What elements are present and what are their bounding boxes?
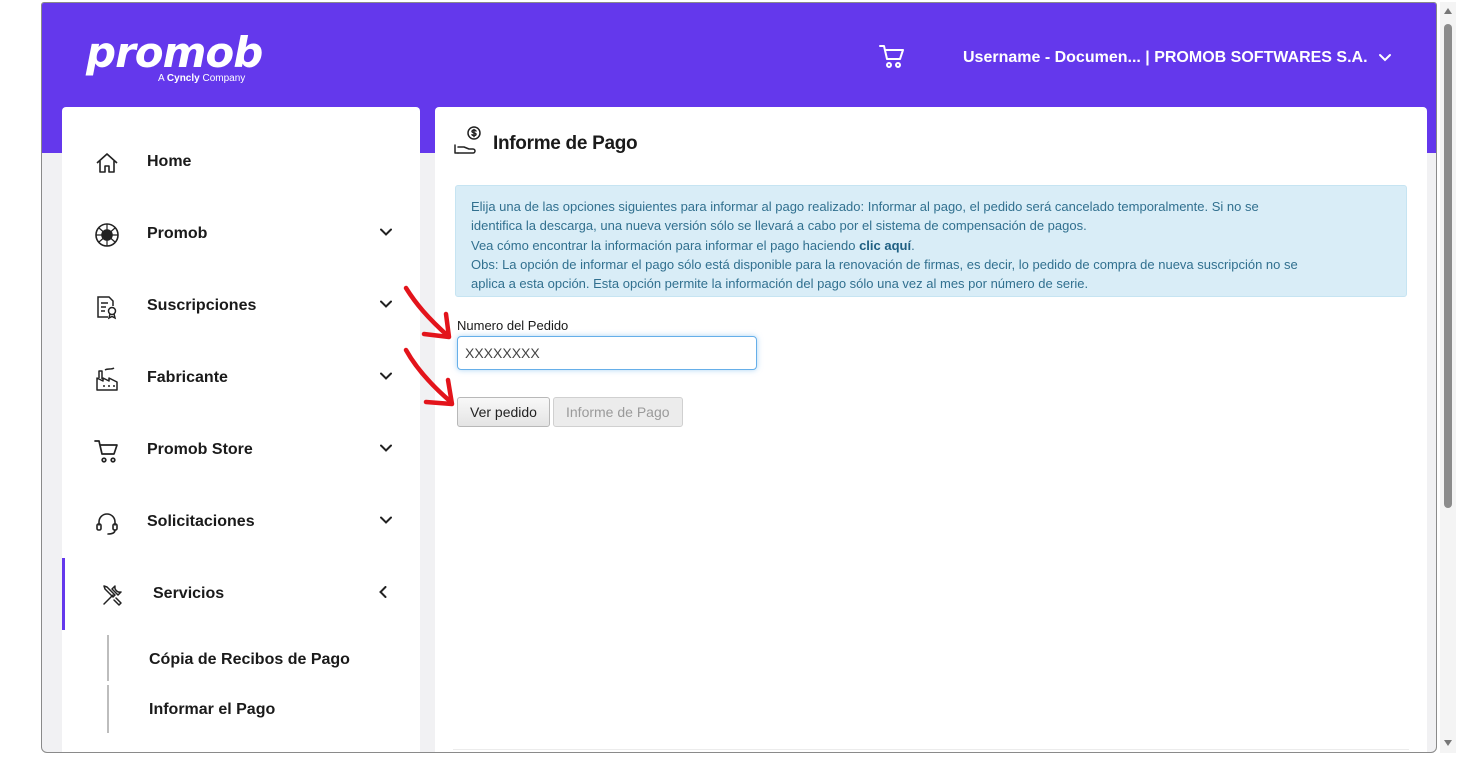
content-divider	[453, 749, 1409, 750]
info-text: Elija una de las opciones siguientes par…	[471, 199, 1259, 214]
chevron-down-icon	[380, 516, 392, 524]
scroll-down-arrow-icon[interactable]	[1444, 740, 1452, 746]
logo-tagline: A Cyncly Company	[158, 73, 246, 84]
scroll-up-arrow-icon[interactable]	[1444, 8, 1452, 14]
info-alert: Elija una de las opciones siguientes par…	[455, 185, 1407, 297]
vertical-scrollbar[interactable]	[1440, 2, 1456, 753]
scroll-thumb[interactable]	[1444, 24, 1452, 508]
user-menu-label: Username - Documen... | PROMOB SOFTWARES…	[963, 49, 1368, 66]
factory-icon	[96, 367, 118, 391]
tools-icon	[103, 585, 122, 606]
sidebar-item-servicios[interactable]: Servicios	[62, 558, 420, 630]
page-title: Informe de Pago	[493, 133, 638, 154]
cart-icon	[94, 440, 118, 463]
payment-report-button[interactable]: Informe de Pago	[553, 397, 683, 427]
submenu-item-copia-recibos[interactable]: Cópia de Recibos de Pago	[149, 651, 350, 669]
info-text: Vea cómo encontrar la información para i…	[471, 237, 915, 253]
sidebar-item-promob[interactable]: Promob	[62, 198, 420, 270]
payment-hand-icon	[454, 126, 481, 154]
promob-icon	[95, 223, 119, 247]
sidebar-item-label: Suscripciones	[147, 297, 257, 314]
submenu-divider	[107, 685, 109, 733]
sidebar-item-label: Home	[147, 153, 192, 170]
sidebar: Home Promob Suscripciones Fabricante Pro…	[62, 107, 420, 752]
sidebar-item-fabricante[interactable]: Fabricante	[62, 342, 420, 414]
sidebar-item-home[interactable]: Home	[62, 126, 420, 198]
view-order-button[interactable]: Ver pedido	[457, 397, 550, 427]
chevron-down-icon	[380, 444, 392, 452]
order-number-input[interactable]	[457, 336, 757, 370]
annotation-arrow-icon	[403, 285, 452, 340]
cart-icon[interactable]	[878, 43, 906, 71]
order-number-label: Numero del Pedido	[457, 318, 569, 333]
promob-logo[interactable]: promob A Cyncly Company	[86, 28, 263, 85]
chevron-down-icon	[380, 372, 392, 380]
chevron-down-icon	[380, 300, 392, 308]
sidebar-item-solicitaciones[interactable]: Solicitaciones	[62, 486, 420, 558]
main-panel: Informe de Pago Elija una de las opcione…	[435, 107, 1427, 752]
submenu-item-informar-pago[interactable]: Informar el Pago	[149, 701, 275, 719]
info-text: Obs: La opción de informar el pago sólo …	[471, 256, 1298, 272]
sidebar-item-label: Solicitaciones	[147, 513, 255, 530]
submenu-divider	[107, 635, 109, 681]
chevron-left-icon	[379, 586, 387, 598]
browser-window: promob A Cyncly Company Username - Docum…	[41, 2, 1437, 753]
sidebar-item-suscripciones[interactable]: Suscripciones	[62, 270, 420, 342]
sidebar-item-label: Promob	[147, 225, 208, 242]
chevron-down-icon	[1378, 54, 1391, 62]
logo-wordmark: promob	[86, 28, 263, 77]
sidebar-item-label: Fabricante	[147, 369, 228, 386]
home-icon	[96, 153, 118, 173]
info-text: aplica a esta opción. Esta opción permit…	[471, 276, 1089, 292]
user-menu[interactable]: Username - Documen... | PROMOB SOFTWARES…	[963, 49, 1392, 67]
info-text: identifica la descarga, una nueva versió…	[471, 218, 1087, 234]
sidebar-item-label: Promob Store	[147, 441, 253, 458]
sidebar-item-promob-store[interactable]: Promob Store	[62, 414, 420, 486]
click-here-link[interactable]: clic aquí	[859, 238, 911, 253]
annotation-arrow-icon	[403, 347, 455, 407]
subscription-icon	[97, 296, 117, 320]
sidebar-item-label: Servicios	[153, 585, 225, 602]
chevron-down-icon	[380, 228, 392, 236]
headset-icon	[96, 513, 118, 535]
